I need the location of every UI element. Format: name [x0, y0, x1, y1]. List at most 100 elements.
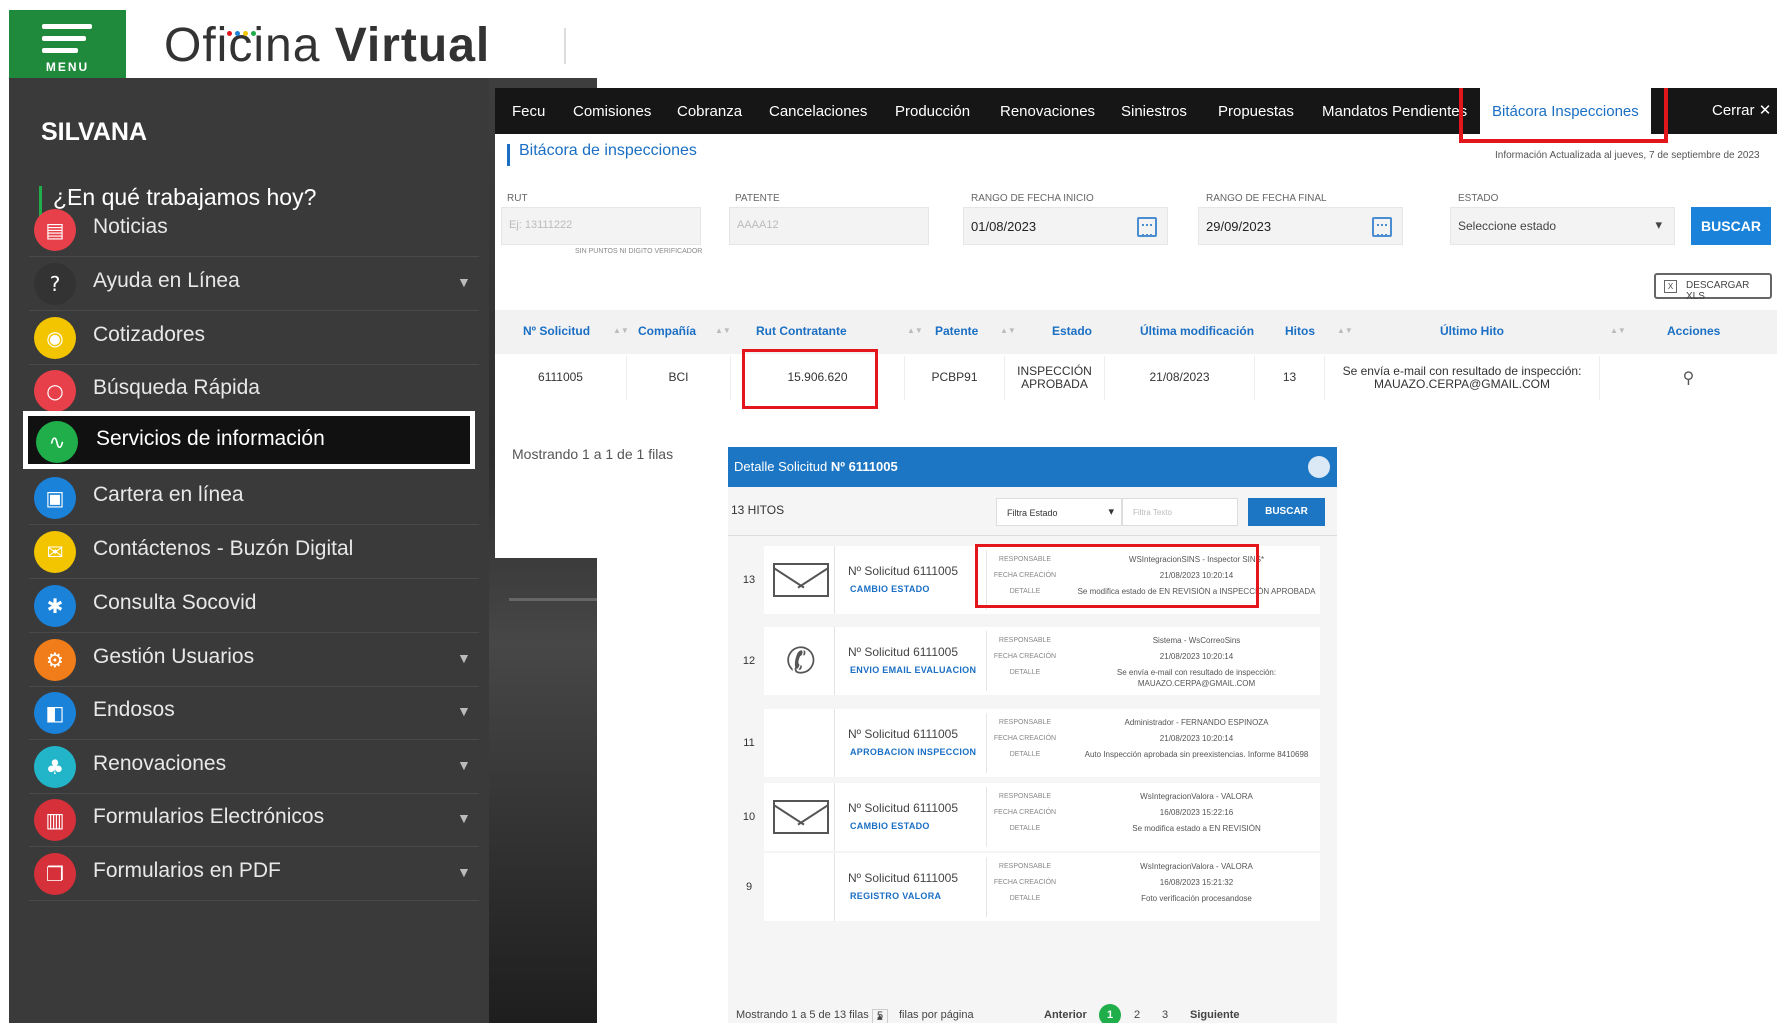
tab-mandatos-pendientes[interactable]: Mandatos Pendientes: [1322, 88, 1467, 134]
chart-icon: ∿: [36, 421, 78, 463]
patente-input[interactable]: AAAA12: [729, 207, 929, 245]
sidebar-item-endosos[interactable]: ◧ Endosos ▼: [9, 683, 479, 741]
prev-page-button[interactable]: Anterior: [1044, 1009, 1087, 1021]
tab-fecu[interactable]: Fecu: [512, 88, 545, 134]
sidebar-item-formularios-electrónicos[interactable]: ▥ Formularios Electrónicos ▼: [9, 790, 479, 848]
filter-text-input[interactable]: Filtra Texto: [1122, 498, 1238, 526]
hito-card[interactable]: 12 ✆ Nº Solicitud 6111005 ENVIO EMAIL EVALU…: [734, 627, 1320, 695]
sidebar-item-contáctenos-buzón-digital[interactable]: ✉ Contáctenos - Buzón Digital: [9, 522, 479, 580]
hito-card[interactable]: 10 Nº Solicitud 6111005 CAMBIO ESTADO RESPO…: [734, 783, 1320, 851]
estado-select[interactable]: Seleccione estado ▾: [1450, 207, 1675, 245]
search-icon[interactable]: ⚲: [1600, 356, 1777, 400]
page-1-button[interactable]: 1: [1099, 1004, 1121, 1023]
tab-renovaciones[interactable]: Renovaciones: [1000, 88, 1095, 134]
hito-number: 11: [734, 709, 764, 777]
sort-icon[interactable]: ▲▼: [907, 326, 923, 335]
sidebar-item-renovaciones[interactable]: ♣ Renovaciones ▼: [9, 737, 479, 795]
page-title: Bitácora de inspecciones: [519, 142, 697, 159]
cell-solicitud: 6111005: [495, 356, 627, 400]
detalle-label: DETALLE: [1009, 825, 1041, 832]
sort-icon[interactable]: ▲▼: [1610, 326, 1626, 335]
sidebar-item-cotizadores[interactable]: ◉ Cotizadores: [9, 308, 479, 366]
col-ultimo-hito[interactable]: Último Hito: [1440, 324, 1504, 338]
cell-compania: BCI: [627, 356, 731, 400]
tab-siniestros[interactable]: Siniestros: [1121, 88, 1187, 134]
hito-card[interactable]: 9 Nº Solicitud 6111005 REGISTRO VALORA RESP…: [734, 853, 1320, 921]
rut-input[interactable]: Ej: 13111222: [501, 207, 701, 245]
modal-search-button[interactable]: BUSCAR: [1248, 498, 1325, 526]
tab-comisiones[interactable]: Comisiones: [573, 88, 651, 134]
menu-divider: [29, 900, 479, 901]
modal-close-button[interactable]: [1308, 456, 1330, 478]
search-button[interactable]: BUSCAR: [1691, 207, 1771, 245]
estado-value: Seleccione estado: [1458, 219, 1557, 233]
sidebar-item-consulta-socovid[interactable]: ✱ Consulta Socovid: [9, 576, 479, 634]
detalle-label: DETALLE: [1009, 895, 1041, 902]
sidebar-item-cartera-en-línea[interactable]: ▣ Cartera en línea: [9, 468, 479, 526]
chevron-down-icon: ▼: [457, 810, 471, 826]
sort-icon[interactable]: ▲▼: [1000, 326, 1016, 335]
sort-icon[interactable]: ▲▼: [613, 326, 629, 335]
hito-number: 12: [734, 627, 764, 695]
sidebar-item-label: Consulta Socovid: [93, 591, 257, 614]
calendar-icon[interactable]: [1137, 217, 1157, 237]
col-rut[interactable]: Rut Contratante: [756, 324, 847, 338]
sidebar-item-label: Búsqueda Rápida: [93, 376, 260, 399]
hito-solicitud: Nº Solicitud 6111005: [848, 564, 959, 578]
tab-cancelaciones[interactable]: Cancelaciones: [769, 88, 867, 134]
fecha-inicio-input[interactable]: 01/08/2023: [963, 207, 1168, 245]
estado-label: ESTADO: [1458, 193, 1499, 204]
hamburger-icon-bar: [42, 36, 86, 41]
fecha-final-input[interactable]: 29/09/2023: [1198, 207, 1403, 245]
sidebar-item-formularios-en-pdf[interactable]: ❐ Formularios en PDF ▼: [9, 844, 479, 902]
sidebar-item-servicios-de-información[interactable]: ∿ Servicios de información: [23, 411, 475, 469]
sidebar-item-ayuda-en-línea[interactable]: ? Ayuda en Línea ▼: [9, 254, 479, 312]
detail-modal: Detalle Solicitud Nº 6111005 13 HITOS Fi…: [728, 447, 1337, 1023]
hito-icon-cell: [768, 709, 835, 777]
tab-producción[interactable]: Producción: [895, 88, 970, 134]
detalle-label: DETALLE: [1009, 669, 1041, 676]
modal-divider: [728, 535, 1337, 536]
col-ultima-modificacion[interactable]: Última modificación: [1140, 324, 1254, 338]
chevron-down-icon: ▼: [457, 650, 471, 666]
sort-icon[interactable]: ▲▼: [715, 326, 731, 335]
sidebar-item-noticias[interactable]: ▤ Noticias: [9, 200, 479, 258]
col-patente[interactable]: Patente: [935, 324, 978, 338]
download-xls-button[interactable]: X DESCARGAR XLS: [1654, 273, 1772, 302]
calendar-icon[interactable]: [1372, 217, 1392, 237]
header-divider: [564, 28, 566, 64]
col-estado[interactable]: Estado: [1052, 324, 1092, 338]
sidebar-item-gestión-usuarios[interactable]: ⚙ Gestión Usuarios ▼: [9, 630, 479, 688]
next-page-button[interactable]: Siguiente: [1190, 1009, 1240, 1021]
close-button[interactable]: Cerrar ✕: [1712, 88, 1771, 134]
sidebar-item-label: Formularios en PDF: [93, 859, 281, 882]
sidebar-item-label: Ayuda en Línea: [93, 269, 240, 292]
modal-header: Detalle Solicitud Nº 6111005: [728, 447, 1337, 487]
filter-estado-select[interactable]: Filtra Estado ▾: [996, 498, 1122, 526]
menu-label: MENU: [45, 60, 90, 74]
document-icon: ◧: [34, 692, 76, 734]
hito-responsable: Administrador - FERNANDO ESPINOZA: [1124, 718, 1269, 727]
table-row[interactable]: 6111005 BCI 15.906.620 PCBP91 INSPECCIÓN…: [495, 356, 1777, 400]
col-acciones: Acciones: [1667, 324, 1721, 338]
sidebar: SILVANA ¿En qué trabajamos hoy? ▤ Noticia…: [9, 78, 489, 1023]
fecha-label: FECHA CREACIÓN: [993, 735, 1057, 742]
hito-card[interactable]: 11 Nº Solicitud 6111005 APROBACION INSPECC…: [734, 709, 1320, 777]
hito-solicitud: Nº Solicitud 6111005: [848, 801, 959, 815]
col-solicitud[interactable]: Nº Solicitud: [523, 324, 590, 338]
modal-pagination-info: Mostrando 1 a 5 de 13 filas: [736, 1009, 869, 1021]
sort-icon[interactable]: ▲▼: [1337, 326, 1353, 335]
page-2-button[interactable]: 2: [1134, 1009, 1140, 1021]
tab-propuestas[interactable]: Propuestas: [1218, 88, 1294, 134]
cell-hitos: 13: [1255, 356, 1325, 400]
page-3-button[interactable]: 3: [1162, 1009, 1168, 1021]
menu-button[interactable]: MENU: [9, 10, 126, 78]
hito-detalle: Foto verificación procesandose: [1141, 894, 1252, 903]
tab-cobranza[interactable]: Cobranza: [677, 88, 742, 134]
responsable-label: RESPONSABLE: [998, 863, 1052, 870]
sidebar-item-label: Renovaciones: [93, 752, 227, 775]
col-compania[interactable]: Compañía: [638, 324, 696, 338]
hito-type: CAMBIO ESTADO: [850, 584, 930, 594]
page-size-select[interactable]: 5 ▴: [872, 1009, 888, 1023]
col-hitos[interactable]: Hitos: [1285, 324, 1315, 338]
